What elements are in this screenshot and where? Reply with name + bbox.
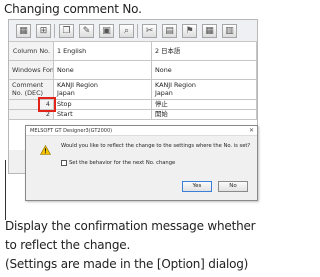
toolbar: ▦ ⊞ ❐ ✎ ▣ ⌕ ✂ ▤ ⚑ ▦ ▥ — [9, 20, 257, 42]
column-2-header[interactable]: 2 日本語 — [152, 42, 257, 61]
table-view-icon[interactable]: ▥ — [222, 24, 237, 38]
copy-icon[interactable]: ❐ — [59, 24, 74, 38]
image-icon[interactable]: ▣ — [99, 24, 114, 38]
yes-button[interactable]: Yes — [182, 181, 212, 192]
comment-cell-japanese[interactable]: 開始 — [152, 110, 257, 120]
highlight-box — [38, 97, 56, 112]
no-button[interactable]: No — [218, 181, 248, 192]
warning-icon — [40, 145, 51, 155]
clipboard-icon[interactable]: ▤ — [162, 24, 177, 38]
caption-line-1: Display the confirmation message whether — [5, 219, 256, 233]
kanji-region-1-value: Japan — [57, 88, 75, 97]
caption-line-2: to reflect the change. — [5, 238, 131, 252]
close-icon[interactable]: ✕ — [249, 127, 254, 135]
search-icon[interactable]: ⌕ — [119, 24, 134, 38]
kanji-region-2[interactable]: KANJI Region Japan — [152, 80, 257, 100]
toolbar-separator — [137, 24, 138, 38]
toolbar-separator — [54, 24, 55, 38]
comment-cell-english[interactable]: Start — [54, 110, 152, 120]
kanji-region-2-value: Japan — [155, 88, 173, 97]
next-change-checkbox[interactable] — [61, 160, 67, 166]
grid-icon[interactable]: ▦ — [202, 24, 217, 38]
confirmation-dialog: MELSOFT GT Designer3(GT2000) ✕ Would you… — [25, 125, 258, 201]
windows-font-1[interactable]: None — [54, 61, 152, 80]
grid-add-icon[interactable]: ⊞ — [36, 24, 51, 38]
dialog-title: MELSOFT GT Designer3(GT2000) — [26, 126, 257, 136]
cut-icon[interactable]: ✂ — [142, 24, 157, 38]
callout-line — [5, 160, 6, 220]
windows-font-2[interactable]: None — [152, 61, 257, 80]
column-no-label: Column No. — [9, 42, 54, 61]
dialog-message: Would you like to reflect the change to … — [61, 143, 251, 149]
checkbox-label: Set the behavior for the next No. change — [69, 160, 176, 166]
column-1-header[interactable]: 1 English — [54, 42, 152, 61]
comment-cell-english[interactable]: Stop — [54, 100, 152, 110]
flag-icon[interactable]: ⚑ — [182, 24, 197, 38]
windows-font-label: Windows Font — [9, 61, 54, 80]
comment-cell-japanese[interactable]: 停止 — [152, 100, 257, 110]
edit-icon[interactable]: ✎ — [79, 24, 94, 38]
table-icon[interactable]: ▦ — [16, 24, 31, 38]
caption-line-3: (Settings are made in the [Option] dialo… — [5, 257, 249, 271]
page-heading: Changing comment No. — [4, 2, 142, 16]
kanji-region-1[interactable]: KANJI Region Japan — [54, 80, 152, 100]
